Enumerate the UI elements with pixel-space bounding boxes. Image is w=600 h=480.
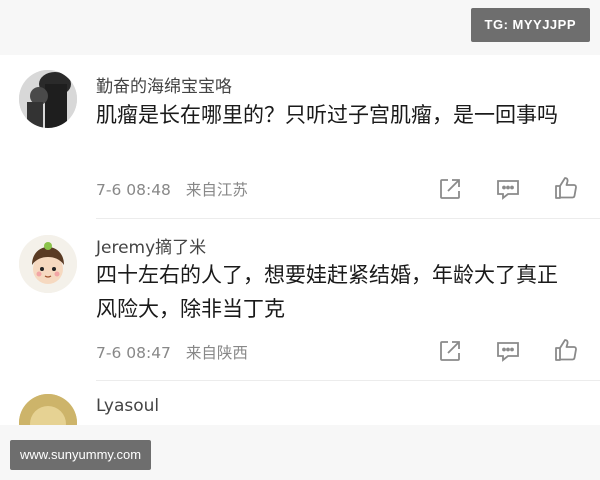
share-icon[interactable] xyxy=(436,175,464,203)
telegram-watermark: TG: MYYJJPP xyxy=(470,8,590,42)
comment-location: 来自陕西 xyxy=(185,344,248,362)
like-icon[interactable] xyxy=(552,336,580,364)
comment-icon[interactable] xyxy=(494,337,522,365)
comment-icon[interactable] xyxy=(494,175,522,203)
comment-text: 肌瘤是长在哪里的？只听过子宫肌瘤，是一回事吗 xyxy=(96,103,558,127)
comment-username[interactable]: Jeremy摘了米 xyxy=(96,233,206,258)
comment-location: 来自江苏 xyxy=(185,181,248,199)
avatar[interactable] xyxy=(19,70,77,128)
comment-meta: 7-6 08:48 来自江苏 xyxy=(96,178,258,200)
avatar[interactable] xyxy=(19,235,77,293)
divider xyxy=(96,380,600,381)
site-watermark: www.sunyummy.com xyxy=(10,440,152,470)
comment-username[interactable]: Lyasoul xyxy=(96,396,159,416)
comment-username[interactable]: 勤奋的海绵宝宝咯 xyxy=(96,72,232,97)
comment-time: 7-6 08:47 xyxy=(96,344,171,362)
comment-meta: 7-6 08:47 来自陕西 xyxy=(96,341,258,363)
comment-text: 四十左右的人了，想要娃赶紧结婚，年龄大了真正风险大，除非当丁克 xyxy=(96,263,558,321)
like-icon[interactable] xyxy=(552,174,580,202)
divider xyxy=(96,218,600,219)
comment-time: 7-6 08:48 xyxy=(96,181,171,199)
share-icon[interactable] xyxy=(436,337,464,365)
